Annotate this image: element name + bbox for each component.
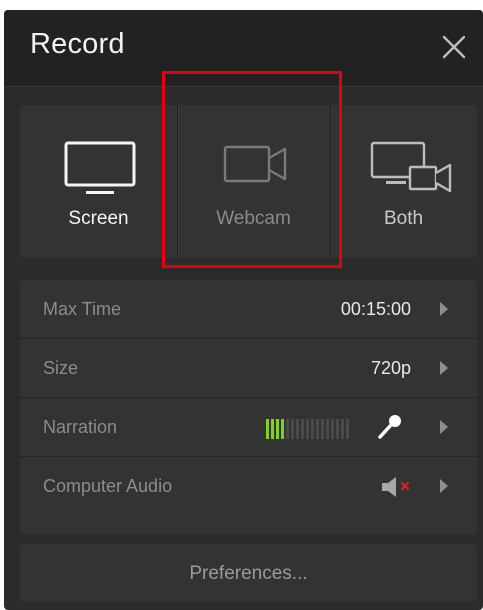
setting-computer-audio[interactable]: Computer Audio (20, 457, 477, 515)
meter-bar (311, 419, 314, 439)
setting-size[interactable]: Size 720p (20, 339, 477, 398)
mode-webcam-button[interactable]: Webcam (177, 105, 330, 258)
meter-bar (296, 419, 299, 439)
setting-max-time[interactable]: Max Time 00:15:00 (20, 280, 477, 339)
meter-bar (301, 419, 304, 439)
panel-header: Record (4, 10, 483, 87)
record-panel: Record Screen Webcam Both Max Time 00:15… (4, 10, 483, 610)
meter-bar (326, 419, 329, 439)
preferences-button[interactable]: Preferences... (20, 544, 477, 602)
audio-level-meter (266, 419, 349, 439)
meter-bar (336, 419, 339, 439)
max-time-value: 00:15:00 (340, 299, 411, 319)
size-value: 720p (370, 358, 411, 378)
setting-narration[interactable]: Narration (20, 398, 477, 457)
max-time-label: Max Time (43, 299, 122, 319)
chevron-right-icon (440, 479, 448, 493)
size-label: Size (43, 358, 79, 378)
record-mode-selector: Screen Webcam Both (20, 105, 477, 258)
meter-bar (276, 419, 279, 439)
screen-and-webcam-icon (370, 141, 452, 193)
chevron-right-icon (440, 302, 448, 316)
meter-bar (286, 419, 289, 439)
meter-bar (316, 419, 319, 439)
panel-title: Record (30, 28, 125, 60)
preferences-label: Preferences... (189, 563, 308, 584)
meter-bar (291, 419, 294, 439)
close-button[interactable] (441, 34, 467, 60)
meter-bar (306, 419, 309, 439)
computer-audio-label: Computer Audio (43, 476, 173, 496)
monitor-icon (64, 141, 136, 194)
narration-label: Narration (43, 417, 118, 437)
meter-bar (331, 419, 334, 439)
settings-list: Max Time 00:15:00 Size 720p Narration Co… (20, 280, 477, 534)
meter-bar (266, 419, 269, 439)
close-icon (442, 35, 466, 59)
meter-bar (271, 419, 274, 439)
chevron-right-icon (440, 420, 448, 434)
mode-both-label: Both (383, 208, 424, 229)
mode-screen-button[interactable]: Screen (20, 105, 177, 258)
mode-screen-label: Screen (68, 208, 129, 229)
meter-bar (321, 419, 324, 439)
webcam-icon (223, 145, 287, 183)
meter-bar (281, 419, 284, 439)
speaker-muted-icon (382, 477, 410, 497)
chevron-right-icon (440, 361, 448, 375)
meter-bar (346, 419, 349, 439)
microphone-icon (378, 415, 401, 439)
meter-bar (341, 419, 344, 439)
mode-webcam-label: Webcam (216, 208, 291, 229)
mode-both-button[interactable]: Both (330, 105, 477, 258)
